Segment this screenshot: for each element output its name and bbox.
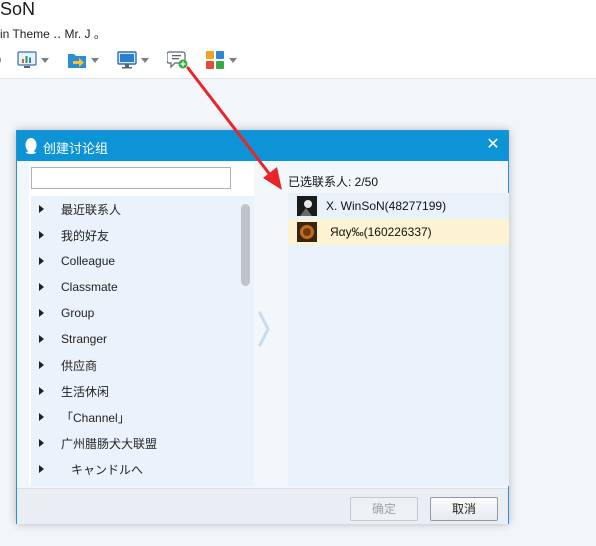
group-item[interactable]: Classmate — [31, 274, 237, 300]
chevron-down-icon — [141, 57, 149, 63]
group-label: キャンドルへ — [71, 462, 144, 477]
dialog-title: 创建讨论组 — [43, 141, 109, 156]
app-grid-icon — [206, 51, 224, 69]
expand-arrow-icon — [39, 257, 44, 265]
expand-arrow-icon — [39, 413, 44, 421]
selected-contact[interactable]: Яαу‰(160226337) — [288, 219, 509, 245]
create-discussion-dialog: 创建讨论组 ✕ 最近联系人 我的好友 Colleague Classmate G… — [16, 130, 509, 524]
selected-contact[interactable]: X. WinSoN(48277199) — [288, 193, 509, 219]
whiteboard-button[interactable] — [17, 48, 49, 72]
group-item[interactable]: 广州腊肠犬大联盟 — [31, 430, 237, 456]
dialog-footer: 确定 取消 — [17, 488, 508, 524]
close-icon: ✕ — [486, 136, 500, 153]
expand-arrow-icon — [39, 205, 44, 213]
group-label: 我的好友 — [61, 228, 110, 243]
expand-arrow-icon — [39, 335, 44, 343]
selected-contacts-list: X. WinSoN(48277199) Яαу‰(160226337) — [288, 193, 509, 486]
expand-arrow-icon — [39, 283, 44, 291]
chevron-down-icon — [41, 57, 49, 63]
group-item[interactable]: 我的好友 — [31, 222, 237, 248]
expand-arrow-icon — [39, 387, 44, 395]
ok-button[interactable]: 确定 — [350, 497, 418, 521]
dialog-titlebar[interactable]: 创建讨论组 ✕ — [17, 131, 508, 161]
group-label: 广州腊肠犬大联盟 — [61, 436, 158, 451]
group-item[interactable]: 供应商 — [31, 352, 237, 378]
group-item[interactable]: 生活休闲 — [31, 378, 237, 404]
group-item[interactable]: キャンドルへ — [31, 456, 237, 482]
avatar — [297, 196, 317, 216]
group-item[interactable]: Group — [31, 300, 237, 326]
group-label: Classmate — [61, 280, 118, 294]
move-right-arrow-icon[interactable] — [257, 311, 271, 347]
contact-signature: in Theme ‥ Mr. J 。 — [0, 27, 106, 41]
app-grid-button[interactable] — [205, 48, 237, 72]
chevron-down-icon — [91, 57, 99, 63]
create-discussion-icon — [167, 51, 188, 69]
group-label: 供应商 — [61, 358, 98, 373]
group-item[interactable]: 最近联系人 — [31, 196, 237, 222]
group-label: Group — [61, 306, 95, 320]
whiteboard-icon — [17, 51, 37, 68]
background-header: SoN in Theme ‥ Mr. J 。 — [0, 0, 596, 79]
group-label: Stranger — [61, 332, 108, 346]
expand-arrow-icon — [39, 309, 44, 317]
group-item[interactable]: 「Channel」 — [31, 404, 237, 430]
contact-name: Яαу‰(160226337) — [330, 225, 432, 239]
toolbar-partial-button[interactable] — [0, 48, 2, 72]
contact-picker-panel: 最近联系人 我的好友 Colleague Classmate Group Str… — [29, 162, 254, 486]
cancel-button[interactable]: 取消 — [430, 497, 498, 521]
file-transfer-icon — [68, 54, 86, 68]
group-label: 最近联系人 — [61, 202, 122, 217]
qq-penguin-icon — [25, 138, 37, 154]
file-transfer-button[interactable] — [67, 48, 99, 72]
search-input[interactable] — [31, 167, 231, 189]
partial-icon — [0, 56, 1, 64]
group-item[interactable]: Colleague — [31, 248, 237, 274]
group-list-scrollbar[interactable] — [237, 196, 254, 486]
group-label: 「Channel」 — [61, 410, 130, 425]
close-button[interactable]: ✕ — [484, 136, 502, 154]
group-item[interactable]: Stranger — [31, 326, 237, 352]
expand-arrow-icon — [39, 439, 44, 447]
group-list[interactable]: 最近联系人 我的好友 Colleague Classmate Group Str… — [31, 196, 237, 486]
group-label: 生活休闲 — [61, 384, 110, 399]
scroll-thumb[interactable] — [241, 204, 250, 286]
create-discussion-button[interactable] — [167, 48, 189, 72]
avatar — [297, 222, 317, 242]
expand-arrow-icon — [39, 465, 44, 473]
contact-name: SoN — [0, 0, 36, 19]
chevron-down-icon — [229, 57, 237, 63]
contact-name: X. WinSoN(48277199) — [326, 199, 447, 213]
remote-desktop-icon — [117, 51, 137, 69]
expand-arrow-icon — [39, 231, 44, 239]
remote-desktop-button[interactable] — [117, 48, 149, 72]
group-label: Colleague — [61, 254, 116, 268]
selected-count-label: 已选联系人: 2/50 — [288, 175, 379, 189]
expand-arrow-icon — [39, 361, 44, 369]
